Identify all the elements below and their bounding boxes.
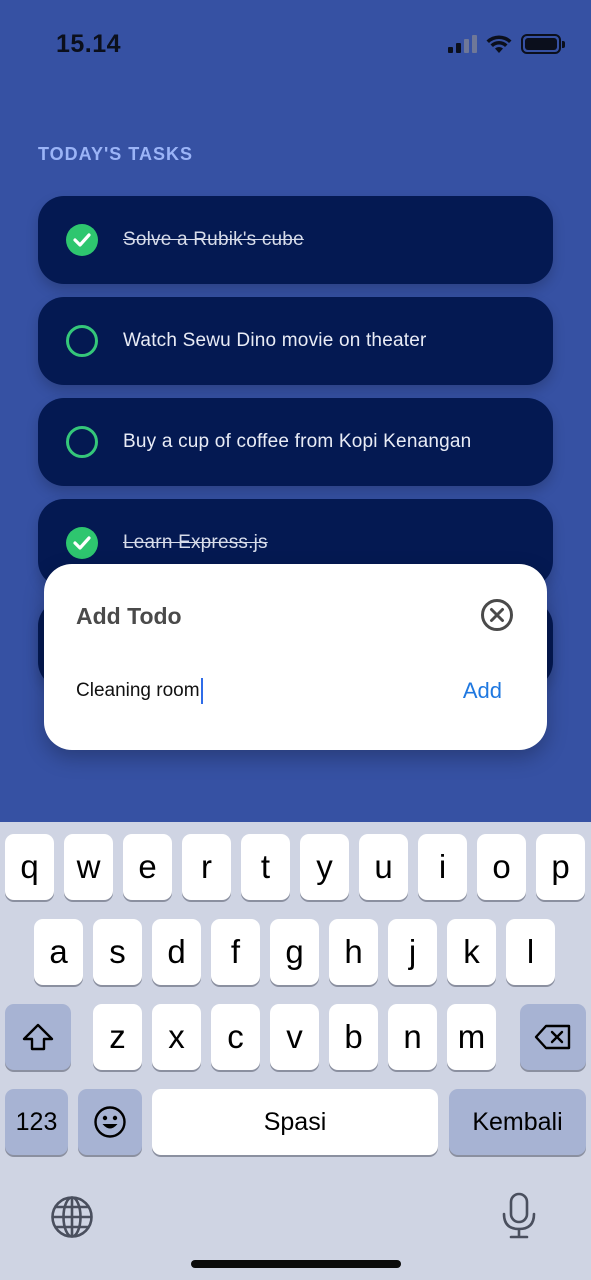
status-time: 15.14	[56, 30, 122, 58]
task-label: Solve a Rubik's cube	[123, 229, 304, 250]
battery-icon	[521, 34, 565, 54]
microphone-icon[interactable]	[500, 1192, 538, 1240]
status-icons	[448, 34, 565, 54]
task-item[interactable]: Watch Sewu Dino movie on theater	[38, 297, 553, 385]
key-x[interactable]: x	[152, 1004, 201, 1070]
task-item[interactable]: Buy a cup of coffee from Kopi Kenangan	[38, 398, 553, 486]
key-s[interactable]: s	[93, 919, 142, 985]
key-e[interactable]: e	[123, 834, 172, 900]
globe-icon[interactable]	[50, 1195, 94, 1239]
key-b[interactable]: b	[329, 1004, 378, 1070]
cellular-signal-icon	[448, 35, 477, 53]
shift-key[interactable]	[5, 1004, 71, 1070]
key-f[interactable]: f	[211, 919, 260, 985]
keyboard: q w e r t y u i o p a s d f g h j k l z …	[0, 822, 591, 1280]
unchecked-circle-icon[interactable]	[66, 325, 98, 357]
key-k[interactable]: k	[447, 919, 496, 985]
key-w[interactable]: w	[64, 834, 113, 900]
checked-circle-icon[interactable]	[66, 224, 98, 256]
key-d[interactable]: d	[152, 919, 201, 985]
unchecked-circle-icon[interactable]	[66, 426, 98, 458]
key-q[interactable]: q	[5, 834, 54, 900]
numbers-key[interactable]: 123	[5, 1089, 68, 1155]
add-todo-modal: Add Todo Cleaning room Add	[44, 564, 547, 750]
space-key[interactable]: Spasi	[152, 1089, 438, 1155]
return-key[interactable]: Kembali	[449, 1089, 586, 1155]
key-p[interactable]: p	[536, 834, 585, 900]
section-title: TODAY'S TASKS	[38, 144, 193, 164]
close-circle-icon[interactable]	[480, 598, 514, 632]
key-r[interactable]: r	[182, 834, 231, 900]
task-item[interactable]: Solve a Rubik's cube	[38, 196, 553, 284]
task-label: Learn Express.js	[123, 532, 268, 553]
key-j[interactable]: j	[388, 919, 437, 985]
emoji-key[interactable]	[78, 1089, 142, 1155]
key-l[interactable]: l	[506, 919, 555, 985]
task-label: Buy a cup of coffee from Kopi Kenangan	[123, 431, 472, 452]
add-button[interactable]: Add	[463, 678, 502, 704]
checked-circle-icon[interactable]	[66, 527, 98, 559]
todo-input[interactable]: Cleaning room	[76, 678, 203, 704]
key-m[interactable]: m	[447, 1004, 496, 1070]
key-t[interactable]: t	[241, 834, 290, 900]
key-h[interactable]: h	[329, 919, 378, 985]
todo-input-value: Cleaning room	[76, 680, 200, 701]
home-indicator[interactable]	[191, 1260, 401, 1268]
text-caret	[200, 678, 203, 704]
modal-title: Add Todo	[76, 603, 182, 629]
key-n[interactable]: n	[388, 1004, 437, 1070]
key-u[interactable]: u	[359, 834, 408, 900]
key-a[interactable]: a	[34, 919, 83, 985]
key-o[interactable]: o	[477, 834, 526, 900]
key-i[interactable]: i	[418, 834, 467, 900]
key-g[interactable]: g	[270, 919, 319, 985]
delete-key[interactable]	[520, 1004, 586, 1070]
emoji-icon	[94, 1106, 126, 1138]
task-label: Watch Sewu Dino movie on theater	[123, 330, 427, 351]
shift-icon	[22, 1023, 54, 1051]
key-v[interactable]: v	[270, 1004, 319, 1070]
key-z[interactable]: z	[93, 1004, 142, 1070]
delete-icon	[534, 1024, 571, 1050]
key-y[interactable]: y	[300, 834, 349, 900]
key-c[interactable]: c	[211, 1004, 260, 1070]
wifi-icon	[486, 35, 512, 53]
